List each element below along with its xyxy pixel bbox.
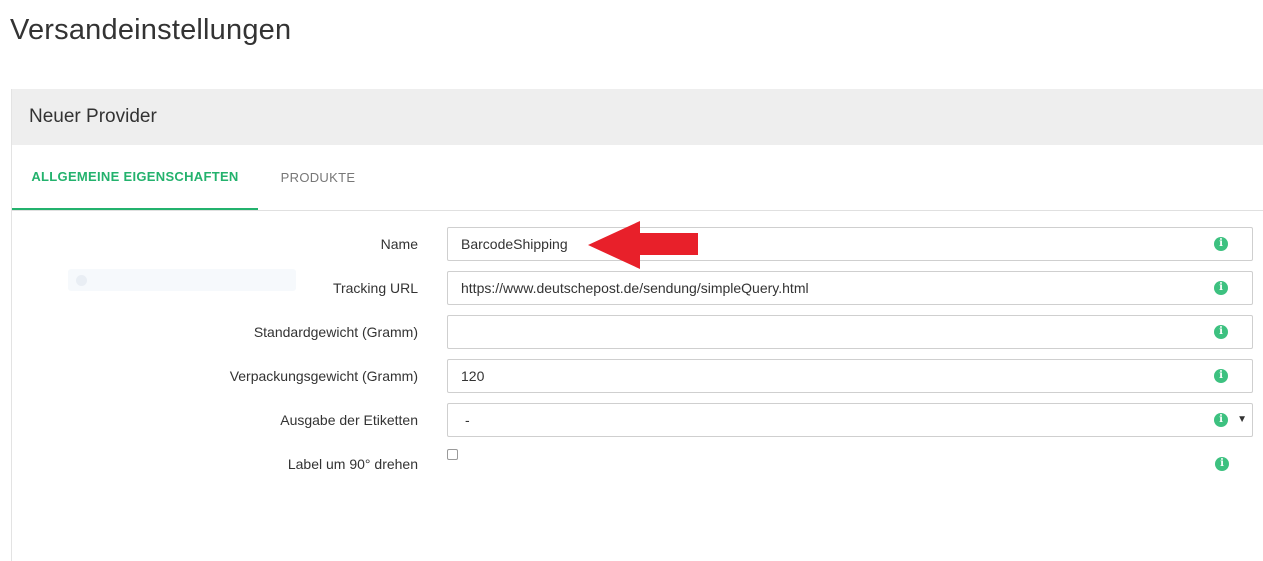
tab-bar: ALLGEMEINE EIGENSCHAFTEN PRODUKTE (12, 145, 1263, 211)
form-row-packaging-weight: Verpackungsgewicht (Gramm) i (12, 359, 1263, 393)
tracking-url-input[interactable] (448, 272, 1201, 304)
form-row-label-output: Ausgabe der Etiketten - i ▼ (12, 403, 1263, 437)
form-row-rotate-label: Label um 90° drehen i (12, 447, 1263, 481)
info-icon[interactable]: i (1214, 325, 1228, 339)
packaging-weight-input[interactable] (448, 360, 1201, 392)
name-field: i (447, 227, 1253, 261)
tracking-url-field: i (447, 271, 1253, 305)
provider-panel: Neuer Provider ALLGEMEINE EIGENSCHAFTEN … (11, 89, 1263, 561)
form-row-standard-weight: Standardgewicht (Gramm) i (12, 315, 1263, 349)
label-output-label: Ausgabe der Etiketten (280, 412, 418, 428)
info-icon[interactable]: i (1214, 369, 1228, 383)
panel-title: Neuer Provider (29, 106, 157, 127)
chevron-down-icon[interactable]: ▼ (1237, 404, 1247, 436)
red-arrow-icon (588, 221, 698, 269)
info-icon[interactable]: i (1214, 413, 1228, 427)
rotate-label-checkbox[interactable] (447, 449, 458, 460)
info-icon[interactable]: i (1215, 457, 1229, 471)
form-row-tracking-url: Tracking URL i (12, 271, 1263, 305)
tab-general-properties[interactable]: ALLGEMEINE EIGENSCHAFTEN (12, 145, 258, 210)
standard-weight-field: i (447, 315, 1253, 349)
standard-weight-label: Standardgewicht (Gramm) (253, 324, 418, 340)
tab-products[interactable]: PRODUKTE (258, 145, 378, 209)
rotate-label-label: Label um 90° drehen (287, 456, 418, 472)
standard-weight-input[interactable] (448, 316, 1201, 348)
name-input[interactable] (448, 228, 1201, 260)
info-icon[interactable]: i (1214, 281, 1228, 295)
packaging-weight-field: i (447, 359, 1253, 393)
info-icon[interactable]: i (1214, 237, 1228, 251)
packaging-weight-label: Verpackungsgewicht (Gramm) (229, 368, 418, 384)
tracking-url-label: Tracking URL (332, 280, 418, 296)
panel-header: Neuer Provider (12, 89, 1263, 145)
label-output-selected-value: - (465, 412, 470, 428)
name-label: Name (380, 236, 418, 252)
page-title: Versandeinstellungen (10, 14, 292, 46)
label-output-select[interactable]: - i ▼ (447, 403, 1253, 437)
